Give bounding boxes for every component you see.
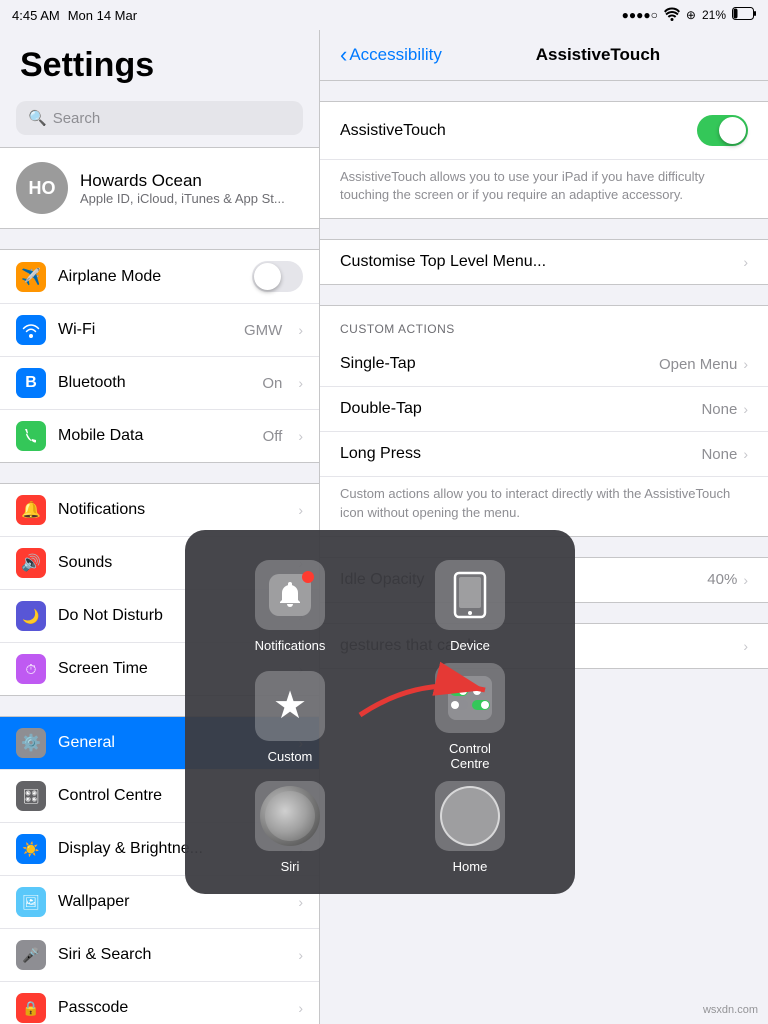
popup-item-custom[interactable]: ★ Custom — [235, 671, 345, 764]
notification-dot — [302, 571, 314, 583]
popup-toggle-row1 — [450, 686, 490, 696]
toggle-on — [450, 686, 468, 696]
popup-home-circle — [440, 786, 500, 846]
popup-controlcentre-inner — [448, 676, 492, 720]
popup-device-label: Device — [450, 638, 490, 653]
popup-item-notifications[interactable]: Notifications — [235, 560, 345, 653]
popup-item-controlcentre[interactable]: ControlCentre — [415, 663, 525, 771]
popup-notifications-icon-box — [255, 560, 325, 630]
popup-item-siri[interactable]: Siri — [235, 781, 345, 874]
toggle-off — [472, 686, 490, 696]
popup-home-label: Home — [453, 859, 488, 874]
popup-home-icon-box — [435, 781, 505, 851]
popup-toggle-row2 — [450, 700, 490, 710]
popup-controlcentre-icon-box — [435, 663, 505, 733]
popup-notifications-icon — [269, 574, 311, 616]
toggle-on2 — [472, 700, 490, 710]
popup-siri-label: Siri — [281, 859, 300, 874]
popup-controlcentre-label: ControlCentre — [449, 741, 491, 771]
overlay: Notifications Device ★ Custom — [0, 0, 768, 1024]
toggle-off2 — [450, 700, 468, 710]
popup-device-icon-box — [435, 560, 505, 630]
popup-siri-circle — [260, 786, 320, 846]
popup-notifications-label: Notifications — [255, 638, 326, 653]
popup-siri-icon-box — [255, 781, 325, 851]
popup-custom-icon-box: ★ — [255, 671, 325, 741]
popup-item-device[interactable]: Device — [415, 560, 525, 653]
popup-item-home[interactable]: Home — [415, 781, 525, 874]
popup-siri-inner — [265, 791, 315, 841]
popup-custom-star: ★ — [273, 683, 307, 728]
assistivetouch-popup[interactable]: Notifications Device ★ Custom — [185, 530, 575, 894]
popup-custom-label: Custom — [268, 749, 313, 764]
